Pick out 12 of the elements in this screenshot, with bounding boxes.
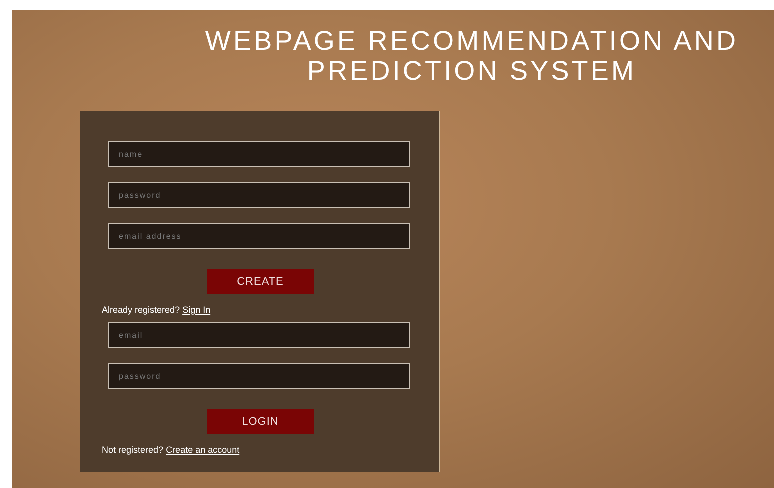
input-field[interactable]: email [108, 322, 410, 348]
login-button[interactable]: LOGIN [207, 409, 314, 434]
input-field[interactable]: password [108, 363, 410, 389]
prompt-text: Already registered? [102, 305, 180, 315]
link[interactable]: Create an account [166, 445, 240, 455]
input-field[interactable]: email address [108, 223, 410, 249]
link[interactable]: Sign In [182, 305, 211, 315]
input-field[interactable]: password [108, 182, 410, 208]
prompt-text: Not registered? [102, 445, 164, 455]
page-title: WEBPAGE RECOMMENDATION AND PREDICTION SYSTEM [204, 26, 740, 86]
create-button[interactable]: CREATE [207, 269, 314, 294]
input-field[interactable]: name [108, 141, 410, 167]
